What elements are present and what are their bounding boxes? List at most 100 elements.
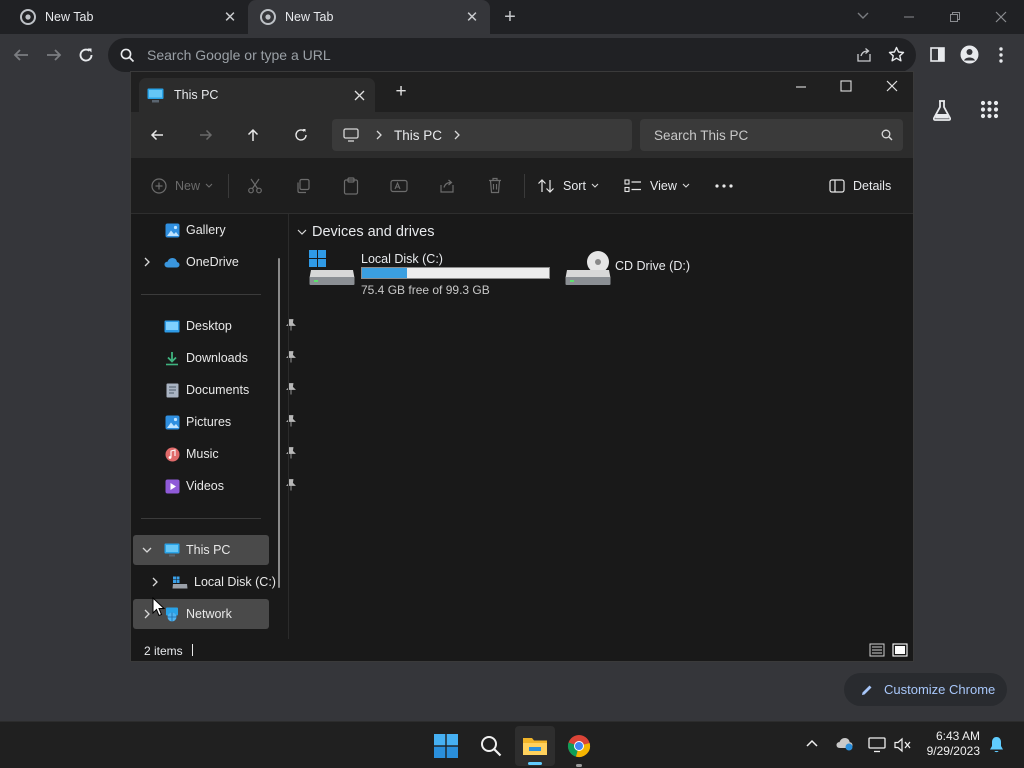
bookmark-star-icon[interactable] xyxy=(888,46,905,63)
google-apps-icon[interactable] xyxy=(980,100,999,119)
maximize-icon[interactable] xyxy=(840,80,852,92)
drive-local-disk-c[interactable]: Local Disk (C:) 75.4 GB free of 99.3 GB xyxy=(309,250,555,300)
chrome-tab-2[interactable]: New Tab ✕ xyxy=(248,0,490,34)
mouse-cursor-icon xyxy=(152,597,165,617)
close-tab-icon[interactable] xyxy=(354,90,365,101)
document-icon xyxy=(164,382,180,398)
details-view-icon[interactable] xyxy=(869,643,885,657)
details-pane-button[interactable]: Details xyxy=(829,158,891,214)
this-pc-icon xyxy=(164,542,180,558)
side-panel-icon[interactable] xyxy=(930,47,945,62)
minimize-button[interactable] xyxy=(898,6,920,28)
sort-label: Sort xyxy=(563,179,586,193)
new-tab-button[interactable]: + xyxy=(498,5,522,29)
nav-item-local-disk[interactable]: Local Disk (C:) xyxy=(172,567,276,597)
notification-bell-icon[interactable] xyxy=(989,736,1004,754)
explorer-command-bar: New Sort View Details xyxy=(131,158,913,214)
breadcrumb-this-pc[interactable]: This PC xyxy=(394,128,442,143)
nav-item-this-pc[interactable]: This PC xyxy=(164,535,230,565)
nav-item-music[interactable]: Music xyxy=(164,439,296,469)
share-icon[interactable] xyxy=(856,47,872,63)
restore-button[interactable] xyxy=(944,6,966,28)
up-arrow-icon[interactable] xyxy=(246,128,260,142)
chrome-favicon-icon xyxy=(260,9,276,25)
back-arrow-icon[interactable] xyxy=(12,46,30,64)
nav-item-pictures[interactable]: Pictures xyxy=(164,407,296,437)
chrome-toolbar: Search Google or type a URL xyxy=(0,34,1024,76)
new-explorer-tab-button[interactable]: + xyxy=(393,81,409,102)
address-bar[interactable]: This PC xyxy=(332,119,632,151)
nav-item-videos[interactable]: Videos xyxy=(164,471,296,501)
nav-item-desktop[interactable]: Desktop xyxy=(164,311,296,341)
add-circle-icon xyxy=(151,178,167,194)
view-button[interactable]: View xyxy=(624,158,690,214)
show-hidden-icons-chevron-icon[interactable] xyxy=(806,739,818,747)
volume-muted-icon[interactable] xyxy=(894,737,912,753)
running-indicator xyxy=(576,764,582,767)
nav-item-onedrive[interactable]: OneDrive xyxy=(164,247,239,277)
windows-logo-icon xyxy=(434,733,458,758)
new-button[interactable]: New xyxy=(151,158,213,214)
onedrive-tray-icon[interactable] xyxy=(836,737,854,751)
rename-icon[interactable] xyxy=(390,178,408,194)
navigation-scrollbar[interactable] xyxy=(278,258,280,588)
sort-button[interactable]: Sort xyxy=(537,158,599,214)
share-icon[interactable] xyxy=(439,178,455,194)
customize-chrome-button[interactable]: Customize Chrome xyxy=(844,673,1007,706)
delete-icon[interactable] xyxy=(488,177,502,194)
more-options-icon[interactable] xyxy=(715,184,733,188)
close-window-button[interactable] xyxy=(990,6,1012,28)
close-tab-icon[interactable]: ✕ xyxy=(464,9,480,26)
status-divider xyxy=(192,644,193,656)
taskbar-file-explorer[interactable] xyxy=(515,726,555,766)
paste-icon[interactable] xyxy=(343,177,359,195)
content-area: Devices and drives Local Disk (C:) 75.4 … xyxy=(289,214,913,639)
forward-arrow-icon[interactable] xyxy=(199,128,213,142)
group-title: Devices and drives xyxy=(312,224,435,240)
nav-item-downloads[interactable]: Downloads xyxy=(164,343,296,373)
drive-cd-drive-d[interactable]: CD Drive (D:) xyxy=(565,250,705,288)
chevron-down-icon xyxy=(682,183,690,188)
close-tab-icon[interactable]: ✕ xyxy=(222,9,238,26)
chevron-right-icon[interactable] xyxy=(149,576,161,588)
forward-arrow-icon[interactable] xyxy=(45,46,63,64)
chrome-tab-title: New Tab xyxy=(45,10,94,24)
chevron-down-icon[interactable] xyxy=(141,544,153,556)
back-arrow-icon[interactable] xyxy=(150,128,164,142)
taskbar-clock[interactable]: 6:43 AM 9/29/2023 xyxy=(927,729,980,759)
item-count: 2 items xyxy=(144,644,183,658)
labs-flask-icon[interactable] xyxy=(932,99,952,121)
taskbar-search-button[interactable] xyxy=(473,722,509,768)
nav-item-label: Music xyxy=(186,447,219,461)
chevron-right-icon[interactable] xyxy=(453,130,461,140)
chrome-menu-icon[interactable] xyxy=(998,46,1004,64)
tab-search-chevron-icon[interactable] xyxy=(856,9,870,23)
nav-item-gallery[interactable]: Gallery xyxy=(164,215,226,245)
taskbar-chrome[interactable] xyxy=(560,722,598,768)
cut-icon[interactable] xyxy=(247,178,263,194)
copy-icon[interactable] xyxy=(295,178,311,194)
explorer-titlebar: This PC + xyxy=(131,72,913,112)
nav-item-label: OneDrive xyxy=(186,255,239,269)
chrome-tab-1[interactable]: New Tab ✕ xyxy=(0,0,248,34)
status-bar: 2 items xyxy=(131,639,913,663)
reload-icon[interactable] xyxy=(77,46,95,64)
devices-and-drives-group[interactable]: Devices and drives xyxy=(297,224,435,240)
search-input[interactable]: Search This PC xyxy=(640,119,903,151)
chevron-right-icon[interactable] xyxy=(141,256,153,268)
close-icon[interactable] xyxy=(886,80,898,92)
omnibox[interactable]: Search Google or type a URL xyxy=(108,38,916,72)
video-icon xyxy=(164,478,180,494)
large-icons-view-icon[interactable] xyxy=(892,643,908,657)
nav-item-documents[interactable]: Documents xyxy=(164,375,296,405)
network-tray-icon[interactable] xyxy=(868,737,886,753)
start-button[interactable] xyxy=(428,722,464,768)
refresh-icon[interactable] xyxy=(294,128,308,142)
minimize-icon[interactable] xyxy=(795,81,807,93)
explorer-tab[interactable]: This PC xyxy=(139,78,375,112)
profile-avatar-icon[interactable] xyxy=(960,45,979,64)
file-explorer-window: This PC + This PC Search This PC New Sor… xyxy=(130,71,914,662)
search-icon xyxy=(481,735,502,756)
nav-item-network[interactable]: Network xyxy=(164,599,232,629)
view-label: View xyxy=(650,179,677,193)
